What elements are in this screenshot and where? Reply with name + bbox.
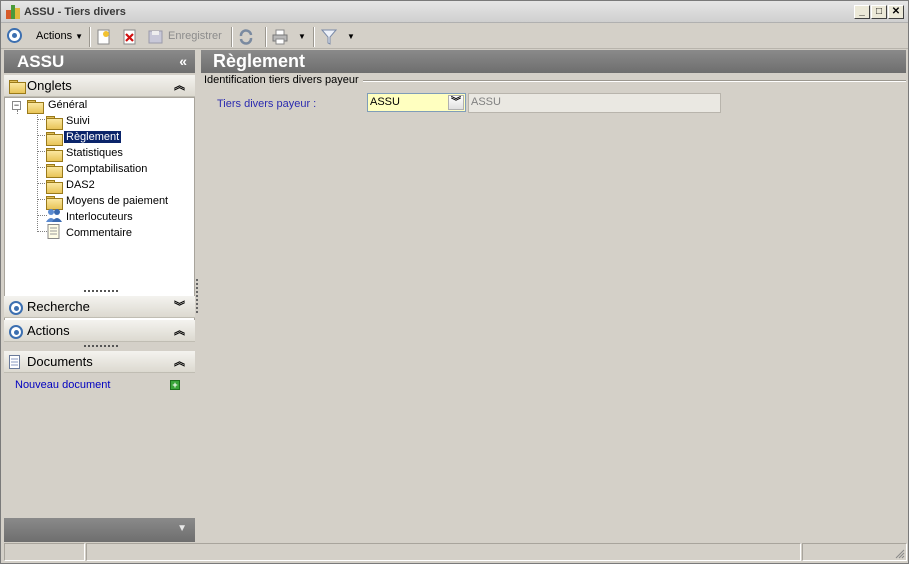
app-icon [6, 5, 20, 19]
section-onglets-label: Onglets [27, 78, 72, 93]
folder-icon [46, 116, 63, 130]
toolbar: Actions ▼ Enregistrer ▼ ▼ [1, 24, 908, 49]
tree-item-general[interactable]: Général [46, 98, 89, 113]
tree-item-commentaire[interactable]: Commentaire [64, 226, 134, 241]
tree-item-label: Règlement [62, 130, 123, 144]
minimize-button[interactable]: _ [854, 5, 870, 19]
refresh-icon[interactable] [238, 29, 254, 45]
section-actions-label: Actions [27, 323, 70, 338]
payer-combobox[interactable]: ASSU ︾ [367, 93, 466, 112]
tree-item-moyens-de-paiement[interactable]: Moyens de paiement [64, 194, 170, 209]
section-recherche-header[interactable]: Recherche ︾ [4, 296, 195, 318]
group-label: Identification tiers divers payeur [204, 74, 363, 86]
tree-item-label: Général [48, 99, 88, 111]
section-documents-label: Documents [27, 354, 93, 369]
tree-item-label: Comptabilisation [66, 163, 148, 175]
print-dropdown-icon[interactable]: ▼ [298, 27, 306, 46]
status-bar [4, 543, 907, 562]
tree-item-suivi[interactable]: Suivi [64, 114, 92, 129]
status-pane [802, 543, 907, 561]
collapse-panel-icon[interactable]: « [179, 50, 187, 73]
folder-icon [46, 148, 63, 162]
print-icon[interactable] [272, 29, 288, 45]
section-actions-header[interactable]: Actions ︽ [4, 320, 195, 342]
tree-collapse-toggle[interactable]: − [12, 101, 21, 110]
collapse-up-icon[interactable]: ︽ [174, 320, 185, 342]
save-button[interactable]: Enregistrer [168, 27, 222, 46]
tree-item-label: Commentaire [66, 227, 133, 239]
tree-item-label: Suivi [66, 115, 90, 127]
toolbar-separator [313, 27, 315, 47]
payer-field-label: Tiers divers payeur : [217, 98, 317, 110]
folder-icon [46, 180, 63, 194]
actions-menu-label: Actions [36, 30, 73, 42]
payer-name-field: ASSU [468, 93, 721, 113]
actions-circle-icon [9, 324, 23, 346]
tree-item-comptabilisation[interactable]: Comptabilisation [64, 162, 149, 177]
note-icon [47, 224, 60, 239]
tree-item-das2[interactable]: DAS2 [64, 178, 97, 193]
tree-item-reglement[interactable]: Règlement [62, 130, 123, 145]
close-button[interactable]: ✕ [888, 5, 904, 19]
maximize-button[interactable]: □ [871, 5, 887, 19]
actions-menu-button[interactable]: Actions ▼ [36, 27, 83, 46]
resize-grip[interactable] [84, 345, 118, 348]
panel-splitter[interactable] [196, 279, 199, 313]
payer-combobox-value: ASSU [370, 96, 400, 108]
add-icon[interactable]: + [170, 380, 180, 390]
folder-open-icon [46, 132, 63, 146]
expand-down-icon[interactable]: ︾ [174, 296, 185, 318]
left-panel-footer: ▼ [4, 518, 195, 542]
section-recherche-label: Recherche [27, 299, 90, 314]
folder-icon [9, 80, 26, 94]
new-icon[interactable] [96, 29, 112, 45]
actions-circle-icon[interactable] [7, 28, 22, 47]
document-icon [9, 355, 20, 369]
title-bar[interactable]: ASSU - Tiers divers _ □ ✕ [1, 1, 908, 23]
toolbar-separator [265, 27, 267, 47]
window-title: ASSU - Tiers divers [24, 6, 126, 18]
folder-icon [27, 100, 44, 114]
left-panel: ASSU « Onglets ︽ − Général Suivi Règleme… [4, 50, 195, 543]
tree-item-statistiques[interactable]: Statistiques [64, 146, 125, 161]
status-pane [86, 543, 801, 561]
tree-item-interlocuteurs[interactable]: Interlocuteurs [64, 210, 135, 225]
tree-item-label: Interlocuteurs [66, 211, 133, 223]
toolbar-separator [89, 27, 91, 47]
resize-grip-icon[interactable] [894, 548, 905, 559]
application-window: ASSU - Tiers divers _ □ ✕ Actions ▼ Enre… [0, 0, 909, 564]
save-icon[interactable] [148, 29, 164, 45]
double-chevron-down-icon[interactable]: ︾ [448, 95, 464, 110]
tree-item-label: DAS2 [66, 179, 95, 191]
section-onglets-header[interactable]: Onglets ︽ [4, 75, 195, 97]
toolbar-separator [231, 27, 233, 47]
delete-icon[interactable] [122, 29, 138, 45]
tree-item-label: Statistiques [66, 147, 123, 159]
folder-icon [46, 196, 63, 210]
filter-icon[interactable] [321, 29, 337, 45]
search-circle-icon [9, 300, 23, 322]
left-panel-header: ASSU « [4, 50, 195, 73]
filter-dropdown-icon[interactable]: ▼ [347, 27, 355, 46]
collapse-up-icon[interactable]: ︽ [174, 351, 185, 373]
tree-item-label: Moyens de paiement [66, 195, 169, 207]
chevron-down-icon[interactable]: ▼ [177, 523, 187, 534]
people-icon [46, 209, 62, 222]
group-divider [356, 80, 906, 82]
page-title: Règlement [201, 50, 906, 73]
folder-icon [46, 164, 63, 178]
status-pane [4, 543, 85, 561]
new-document-link[interactable]: Nouveau document [15, 379, 110, 391]
resize-grip[interactable] [84, 290, 118, 293]
chevron-down-icon: ▼ [75, 32, 84, 41]
section-documents-header[interactable]: Documents ︽ [4, 351, 195, 373]
left-panel-title: ASSU [17, 52, 65, 71]
collapse-up-icon[interactable]: ︽ [174, 75, 185, 97]
